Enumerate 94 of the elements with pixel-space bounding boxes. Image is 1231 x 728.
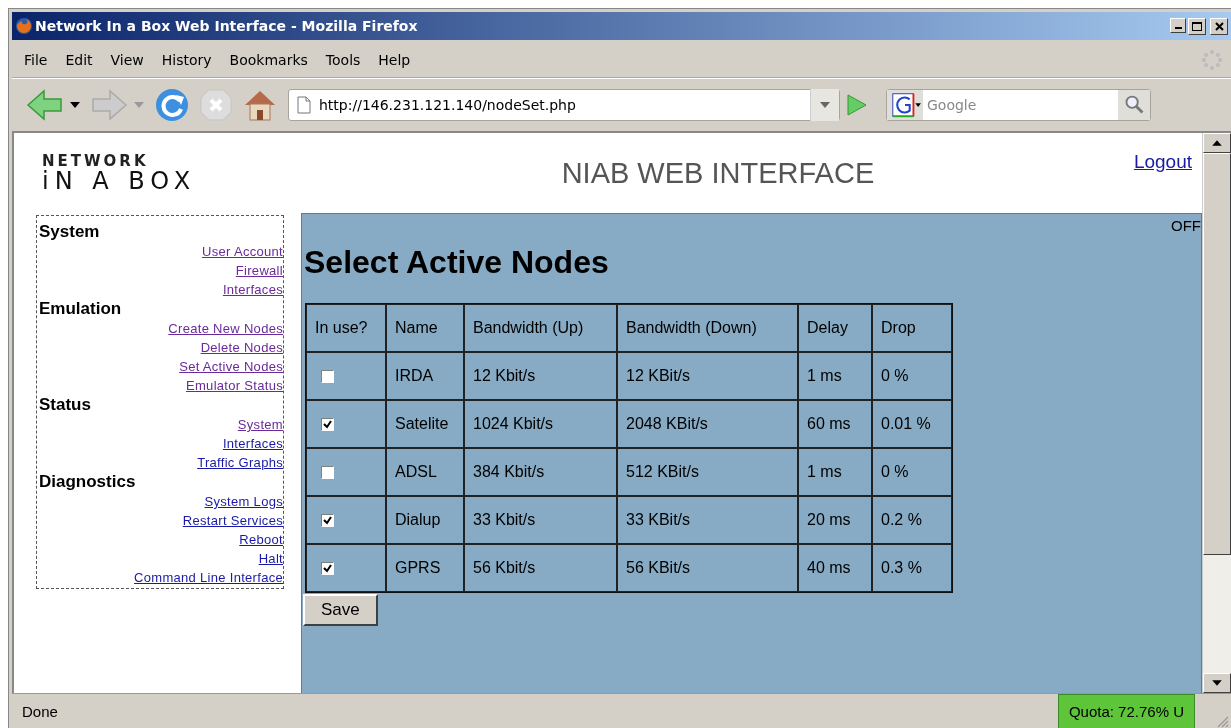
table-cell: 0 % (872, 352, 952, 400)
search-engine-icon[interactable] (887, 90, 923, 120)
section-heading: System (39, 222, 100, 242)
sidebar-link[interactable]: Restart Services (182, 511, 283, 530)
menu-item[interactable]: Edit (61, 49, 102, 71)
check-mark-icon (323, 420, 332, 430)
status-text: Done (21, 702, 59, 720)
column-header: Bandwidth (Down) (617, 304, 798, 352)
checkbox[interactable] (321, 514, 334, 528)
table-cell: 1 ms (798, 448, 872, 496)
checkbox[interactable] (321, 418, 334, 432)
sidebar-link[interactable]: Create New Nodes (168, 319, 283, 338)
table-cell: ADSL (386, 448, 464, 496)
table-cell: 0.3 % (872, 544, 952, 592)
menu-item[interactable]: History (157, 49, 221, 71)
sidebar-link[interactable]: Firewall (235, 261, 283, 280)
checkbox[interactable] (321, 562, 334, 576)
page-icon (297, 96, 311, 114)
save-button[interactable]: Save (303, 594, 378, 626)
table-cell: 384 Kbit/s (464, 448, 617, 496)
reload-icon[interactable] (154, 87, 190, 123)
status-label: OFF (1171, 216, 1201, 234)
table-cell: 60 ms (798, 400, 872, 448)
sidebar-link[interactable]: Interfaces (222, 434, 283, 453)
menu-item[interactable]: File (20, 49, 57, 71)
table-cell: 512 KBit/s (617, 448, 798, 496)
maximize-icon (1192, 21, 1202, 31)
minimize-button[interactable] (1170, 17, 1186, 33)
dropdown-caret-icon[interactable] (70, 102, 80, 108)
scrollbar-thumb[interactable] (1203, 153, 1231, 555)
menu-item[interactable]: Bookmarks (225, 49, 317, 71)
table-cell: 2048 KBit/s (617, 400, 798, 448)
logo-text: iN A BOX (42, 168, 198, 193)
maximize-button[interactable] (1188, 17, 1206, 35)
table-cell: 56 Kbit/s (464, 544, 617, 592)
column-header: Bandwidth (Up) (464, 304, 617, 352)
page-title: NIAB WEB INTERFACE (560, 156, 876, 190)
minimize-icon (1174, 26, 1182, 29)
column-header: Name (386, 304, 464, 352)
menu-item[interactable]: Help (374, 49, 420, 71)
table-cell: IRDA (386, 352, 464, 400)
address-bar[interactable]: http://146.231.121.140/nodeSet.php (288, 89, 840, 121)
panel-heading: Select Active Nodes (304, 244, 610, 281)
table-cell: 0.01 % (872, 400, 952, 448)
sidebar-link[interactable]: Delete Nodes (200, 338, 283, 357)
table-cell: GPRS (386, 544, 464, 592)
sidebar-link[interactable]: Interfaces (222, 280, 283, 299)
quota-indicator: Quota: 72.76% U (1057, 693, 1195, 728)
window-title: Network In a Box Web Interface - Mozilla Firefox (35, 18, 419, 34)
table-cell: Dialup (386, 496, 464, 544)
sidebar-link[interactable]: System Logs (204, 492, 283, 511)
column-header: In use? (306, 304, 386, 352)
check-mark-icon (323, 516, 332, 526)
section-heading: Diagnostics (39, 472, 136, 492)
sidebar-link[interactable]: User Account (202, 242, 283, 261)
table-cell: 12 Kbit/s (464, 352, 617, 400)
sidebar-link[interactable]: Traffic Graphs (197, 453, 283, 472)
menu-item[interactable]: View (106, 49, 153, 71)
section-heading: Emulation (39, 299, 122, 319)
sidebar-link[interactable]: Halt (258, 549, 283, 568)
url-text: http://146.231.121.140/nodeSet.php (319, 97, 577, 113)
column-header: Drop (872, 304, 952, 352)
resize-grip-icon (1215, 714, 1229, 728)
table-cell: Satelite (386, 400, 464, 448)
logo-text: NETWORK (42, 153, 150, 169)
table-cell: 33 Kbit/s (464, 496, 617, 544)
search-bar[interactable]: Google (886, 89, 1151, 121)
sidebar-link[interactable]: System (237, 415, 283, 434)
sidebar-link[interactable]: Reboot (239, 530, 283, 549)
checkbox[interactable] (321, 370, 334, 384)
sidebar-link[interactable]: Emulator Status (186, 376, 283, 395)
check-mark-icon (323, 564, 332, 574)
firefox-logo-icon (15, 17, 33, 35)
vertical-scrollbar[interactable] (1202, 133, 1231, 693)
menu-item[interactable]: Tools (321, 49, 370, 71)
search-icon[interactable] (1118, 90, 1150, 120)
column-header: Delay (798, 304, 872, 352)
table-cell: 56 KBit/s (617, 544, 798, 592)
logout-link[interactable]: Logout (1133, 151, 1192, 173)
section-heading: Status (39, 395, 91, 415)
table-cell: 1024 Kbit/s (464, 400, 617, 448)
table-cell: 0.2 % (872, 496, 952, 544)
table-cell: 12 KBit/s (617, 352, 798, 400)
table-cell: 33 KBit/s (617, 496, 798, 544)
checkbox[interactable] (321, 466, 334, 480)
close-button[interactable] (1210, 17, 1228, 35)
sidebar-link[interactable]: Command Line Interface (134, 568, 283, 587)
table-cell: 20 ms (798, 496, 872, 544)
table-cell: 0 % (872, 448, 952, 496)
throbber-icon (1201, 49, 1223, 71)
sidebar-link[interactable]: Set Active Nodes (179, 357, 283, 376)
table-cell: 40 ms (798, 544, 872, 592)
table-cell: 1 ms (798, 352, 872, 400)
close-icon (1214, 21, 1224, 31)
